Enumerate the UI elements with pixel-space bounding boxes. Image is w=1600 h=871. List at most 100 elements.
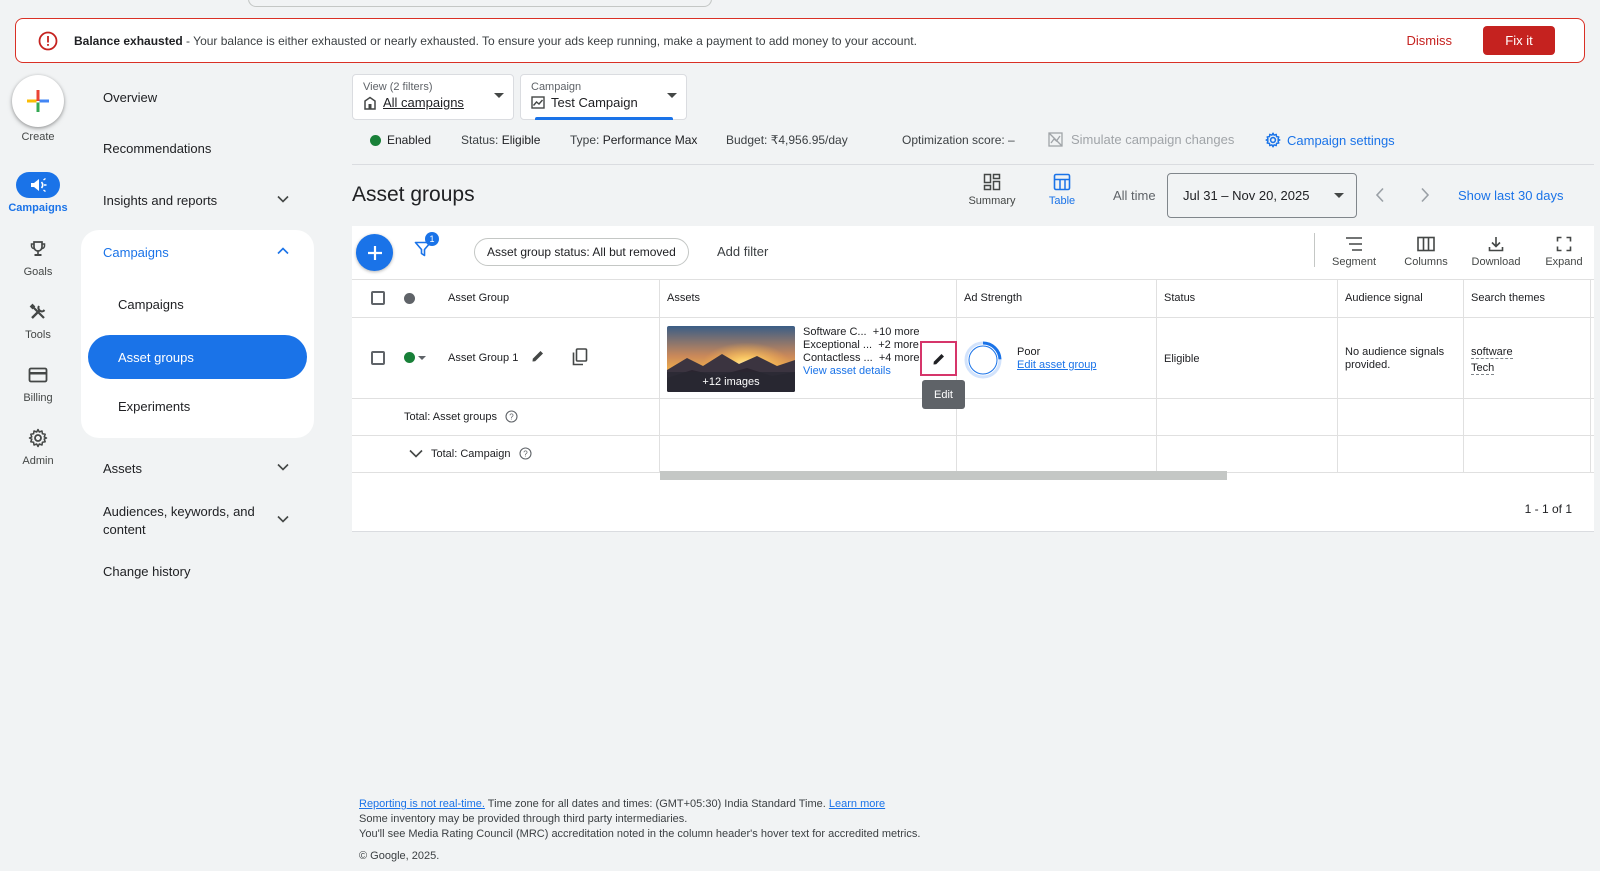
nav-assets-label: Assets [103, 461, 143, 476]
nav-recommendations[interactable]: Recommendations [103, 141, 211, 156]
building-icon [363, 96, 377, 110]
enabled-label: Enabled [387, 133, 432, 147]
rail-campaigns[interactable]: Campaigns [1, 172, 75, 214]
create-button[interactable] [12, 75, 64, 127]
help-icon[interactable]: ? [505, 410, 518, 423]
total-campaign-row: Total: Campaign ? [409, 447, 532, 460]
copy-icon[interactable] [572, 348, 588, 366]
campaign-selector[interactable]: Campaign Test Campaign [520, 74, 687, 120]
optimization-score[interactable]: Optimization score: – [902, 133, 1015, 147]
asset-group-name[interactable]: Asset Group 1 [448, 352, 518, 364]
filter-button[interactable]: 1 [414, 232, 439, 258]
columns-button[interactable]: Columns [1398, 236, 1454, 268]
status-divider [352, 164, 1594, 165]
asset-line-more: +4 more [878, 352, 920, 364]
chevron-up-icon[interactable] [277, 247, 289, 255]
simulate-button[interactable]: Simulate campaign changes [1048, 132, 1234, 147]
download-label: Download [1471, 256, 1521, 268]
horizontal-scrollbar[interactable] [660, 471, 1227, 480]
asset-images-thumbnail[interactable]: +12 images [667, 326, 795, 392]
column-header-search-themes[interactable]: Search themes [1463, 279, 1545, 317]
segment-button[interactable]: Segment [1328, 236, 1380, 268]
chevron-down-icon[interactable] [409, 449, 423, 458]
select-all-checkbox[interactable] [371, 291, 385, 305]
rail-campaigns-label: Campaigns [8, 202, 68, 214]
timezone-text: Time zone for all dates and times: (GMT+… [484, 798, 829, 810]
date-range-picker[interactable]: Jul 31 – Nov 20, 2025 [1167, 173, 1357, 218]
campaign-budget[interactable]: Budget: ₹4,956.95/day [726, 133, 848, 147]
nav-asset-groups[interactable]: Asset groups [88, 335, 307, 379]
view-selector[interactable]: View (2 filters) All campaigns [352, 74, 514, 120]
fix-it-button[interactable]: Fix it [1483, 26, 1555, 55]
asset-line-more: +10 more [872, 326, 920, 338]
column-header-assets[interactable]: Assets [659, 279, 700, 317]
search-theme-tech[interactable]: Tech [1471, 362, 1495, 375]
row-checkbox[interactable] [371, 351, 385, 365]
reporting-link[interactable]: Reporting is not real-time. [359, 798, 485, 810]
type-value: Performance Max [602, 133, 698, 147]
show-last-30-days-button[interactable]: Show last 30 days [1458, 188, 1564, 203]
status-value: Eligible [501, 133, 541, 147]
view-selector-value: All campaigns [383, 95, 464, 110]
nav-campaigns-sub[interactable]: Campaigns [118, 297, 184, 312]
add-filter-button[interactable]: Add filter [717, 244, 768, 259]
dismiss-button[interactable]: Dismiss [1407, 33, 1453, 48]
asset-line-text: Exceptional ... [803, 339, 873, 351]
campaign-type: Type: Performance Max [570, 133, 697, 147]
rail-create-label: Create [21, 131, 55, 143]
dropdown-caret-icon [1334, 193, 1344, 198]
all-time-label: All time [1113, 188, 1156, 203]
enabled-status[interactable]: Enabled [370, 133, 431, 147]
view-asset-details-link[interactable]: View asset details [803, 365, 920, 378]
nav-assets[interactable]: Assets [103, 461, 318, 476]
rail-tools[interactable]: Tools [1, 299, 75, 341]
learn-more-link[interactable]: Learn more [829, 798, 885, 810]
rail-billing[interactable]: Billing [1, 362, 75, 404]
edit-name-pencil-icon[interactable] [531, 349, 545, 363]
performance-chart-icon [531, 96, 545, 109]
col-divider [1590, 279, 1591, 472]
help-icon[interactable]: ? [518, 447, 532, 460]
pencil-icon [933, 353, 944, 364]
nav-campaigns-header[interactable]: Campaigns [103, 245, 169, 260]
add-asset-group-button[interactable] [356, 234, 393, 271]
nav-experiments[interactable]: Experiments [118, 399, 190, 414]
edit-asset-group-link[interactable]: Edit asset group [1017, 359, 1097, 372]
filter-count-badge: 1 [425, 232, 439, 246]
nav-audiences[interactable]: Audiences, keywords, and content [103, 503, 318, 539]
chevron-left-icon[interactable] [1375, 187, 1385, 203]
summary-label: Summary [968, 195, 1016, 207]
table-view-button[interactable]: Table [1034, 173, 1090, 207]
rail-goals-label: Goals [23, 266, 53, 278]
settings-gear-icon [1265, 132, 1281, 148]
summary-view-button[interactable]: Summary [964, 173, 1020, 207]
nav-insights[interactable]: Insights and reports [103, 193, 318, 208]
rail-admin[interactable]: Admin [1, 425, 75, 467]
nav-change-history[interactable]: Change history [103, 564, 190, 579]
column-header-ad-strength[interactable]: Ad Strength [956, 279, 1022, 317]
row-status-dropdown[interactable] [404, 352, 426, 363]
chevron-right-icon[interactable] [1420, 187, 1430, 203]
nav-overview[interactable]: Overview [103, 90, 157, 105]
column-header-status[interactable]: Status [1156, 279, 1195, 317]
header-bottom-border [352, 317, 1594, 318]
column-header-audience-signal[interactable]: Audience signal [1337, 279, 1423, 317]
chevron-down-icon [277, 195, 289, 203]
edit-assets-button[interactable] [920, 341, 957, 376]
enabled-dot-icon [370, 134, 381, 146]
date-range-value: Jul 31 – Nov 20, 2025 [1183, 188, 1310, 203]
expand-button[interactable]: Expand [1539, 236, 1589, 268]
search-bar-edge[interactable] [248, 0, 712, 7]
rail-goals[interactable]: Goals [1, 236, 75, 278]
column-header-asset-group[interactable]: Asset Group [440, 279, 509, 317]
audience-line1: No audience signals [1345, 346, 1445, 358]
footer-line2: Some inventory may be provided through t… [359, 813, 688, 825]
total-asset-groups-label: Total: Asset groups [404, 410, 497, 423]
banner-message: Balance exhausted - Your balance is eith… [74, 34, 917, 48]
search-theme-software[interactable]: software [1471, 346, 1513, 359]
download-button[interactable]: Download [1467, 236, 1525, 268]
campaign-selector-underline [535, 117, 673, 120]
status-filter-chip[interactable]: Asset group status: All but removed [474, 238, 689, 266]
banner-title: Balance exhausted [74, 33, 183, 48]
campaign-settings-button[interactable]: Campaign settings [1265, 132, 1395, 148]
